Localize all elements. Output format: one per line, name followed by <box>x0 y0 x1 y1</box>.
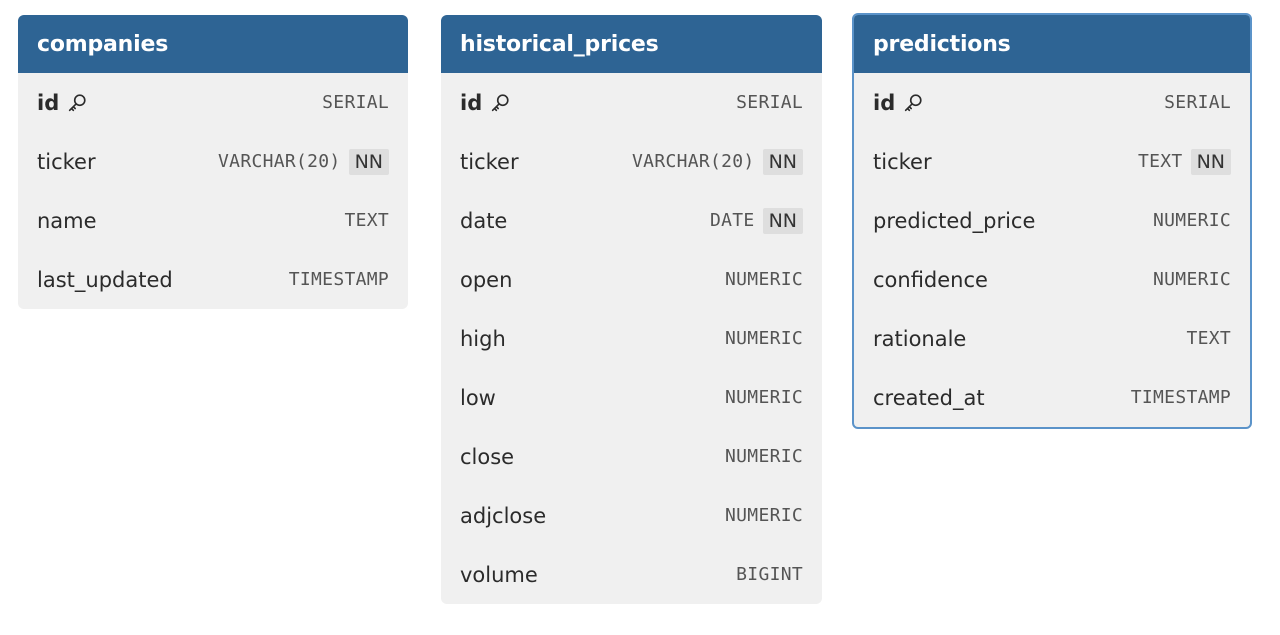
column-type-cell: NUMERIC <box>725 269 803 290</box>
not-null-badge: NN <box>762 207 803 234</box>
column-type: NUMERIC <box>1153 269 1231 290</box>
column-type: NUMERIC <box>725 387 803 408</box>
schema-canvas: companies id SERIAL ticker VARCHAR(20) N… <box>0 0 1280 635</box>
column-type: TEXT <box>1138 151 1183 172</box>
column-type-cell: NUMERIC <box>725 328 803 349</box>
column-row-id[interactable]: id SERIAL <box>854 73 1250 132</box>
column-type-cell: DATE NN <box>710 207 803 234</box>
column-name: id <box>873 91 924 115</box>
column-row-volume[interactable]: volume BIGINT <box>441 545 822 604</box>
column-name: predicted_price <box>873 208 1036 233</box>
column-name: high <box>460 326 506 351</box>
column-type-cell: TEXT <box>344 210 389 231</box>
key-icon <box>905 93 922 111</box>
column-type-cell: NUMERIC <box>1153 210 1231 231</box>
column-row-last-updated[interactable]: last_updated TIMESTAMP <box>18 250 408 309</box>
column-type-cell: TEXT <box>1186 328 1231 349</box>
column-row-rationale[interactable]: rationale TEXT <box>854 309 1250 368</box>
column-type: NUMERIC <box>725 328 803 349</box>
column-name: name <box>37 208 97 233</box>
column-type: SERIAL <box>1164 92 1231 113</box>
column-type: DATE <box>710 210 755 231</box>
column-type-cell: SERIAL <box>322 92 389 113</box>
column-row-predicted-price[interactable]: predicted_price NUMERIC <box>854 191 1250 250</box>
column-type-cell: NUMERIC <box>725 446 803 467</box>
column-name: id <box>37 91 88 115</box>
column-type: TIMESTAMP <box>288 269 389 290</box>
table-header[interactable]: historical_prices <box>441 15 822 73</box>
column-type-cell: SERIAL <box>1164 92 1231 113</box>
column-name: last_updated <box>37 267 173 292</box>
key-icon <box>69 93 86 111</box>
table-title: predictions <box>873 31 1011 57</box>
column-row-id[interactable]: id SERIAL <box>441 73 822 132</box>
table-title: companies <box>37 31 169 57</box>
column-row-low[interactable]: low NUMERIC <box>441 368 822 427</box>
column-type: SERIAL <box>322 92 389 113</box>
column-name-text: id <box>873 90 896 115</box>
column-type: SERIAL <box>736 92 803 113</box>
column-name: rationale <box>873 326 967 351</box>
column-type-cell: NUMERIC <box>1153 269 1231 290</box>
column-row-high[interactable]: high NUMERIC <box>441 309 822 368</box>
column-type: NUMERIC <box>1153 210 1231 231</box>
column-name: adjclose <box>460 503 547 528</box>
column-row-adjclose[interactable]: adjclose NUMERIC <box>441 486 822 545</box>
table-companies[interactable]: companies id SERIAL ticker VARCHAR(20) N… <box>18 15 408 309</box>
column-row-created-at[interactable]: created_at TIMESTAMP <box>854 368 1250 427</box>
column-name: volume <box>460 562 538 587</box>
column-type: VARCHAR(20) <box>632 151 755 172</box>
column-type-cell: SERIAL <box>736 92 803 113</box>
column-name: close <box>460 444 515 469</box>
column-type-cell: BIGINT <box>736 564 803 585</box>
column-name: id <box>460 91 511 115</box>
column-name: ticker <box>460 149 519 174</box>
column-name: open <box>460 267 513 292</box>
column-type-cell: VARCHAR(20) NN <box>632 148 803 175</box>
column-row-date[interactable]: date DATE NN <box>441 191 822 250</box>
column-name-text: id <box>37 90 60 115</box>
column-name: ticker <box>37 149 96 174</box>
column-row-ticker[interactable]: ticker VARCHAR(20) NN <box>441 132 822 191</box>
column-row-ticker[interactable]: ticker VARCHAR(20) NN <box>18 132 408 191</box>
column-name-text: id <box>460 90 483 115</box>
column-type: NUMERIC <box>725 505 803 526</box>
not-null-badge: NN <box>762 148 803 175</box>
column-type: TEXT <box>1186 328 1231 349</box>
column-row-ticker[interactable]: ticker TEXT NN <box>854 132 1250 191</box>
column-row-close[interactable]: close NUMERIC <box>441 427 822 486</box>
table-header[interactable]: companies <box>18 15 408 73</box>
column-type: NUMERIC <box>725 269 803 290</box>
column-type-cell: NUMERIC <box>725 505 803 526</box>
table-historical-prices[interactable]: historical_prices id SERIAL ticker VARCH… <box>441 15 822 604</box>
column-type-cell: TIMESTAMP <box>289 269 389 290</box>
column-type: TIMESTAMP <box>1130 387 1231 408</box>
column-row-id[interactable]: id SERIAL <box>18 73 408 132</box>
column-name: date <box>460 208 508 233</box>
column-name: low <box>460 385 496 410</box>
column-type-cell: TIMESTAMP <box>1131 387 1231 408</box>
column-name: ticker <box>873 149 932 174</box>
column-row-open[interactable]: open NUMERIC <box>441 250 822 309</box>
not-null-badge: NN <box>1190 148 1231 175</box>
table-predictions[interactable]: predictions id SERIAL ticker TEXT NN pre… <box>852 13 1252 429</box>
column-name: created_at <box>873 385 985 410</box>
column-type: TEXT <box>344 210 389 231</box>
column-type: VARCHAR(20) <box>218 151 341 172</box>
column-type-cell: VARCHAR(20) NN <box>218 148 389 175</box>
column-name: confidence <box>873 267 988 292</box>
column-type-cell: TEXT NN <box>1138 148 1231 175</box>
column-row-confidence[interactable]: confidence NUMERIC <box>854 250 1250 309</box>
not-null-badge: NN <box>348 148 389 175</box>
column-row-name[interactable]: name TEXT <box>18 191 408 250</box>
table-title: historical_prices <box>460 31 659 57</box>
column-type: NUMERIC <box>725 446 803 467</box>
column-type-cell: NUMERIC <box>725 387 803 408</box>
column-type: BIGINT <box>736 564 803 585</box>
key-icon <box>492 93 509 111</box>
table-header[interactable]: predictions <box>854 15 1250 73</box>
